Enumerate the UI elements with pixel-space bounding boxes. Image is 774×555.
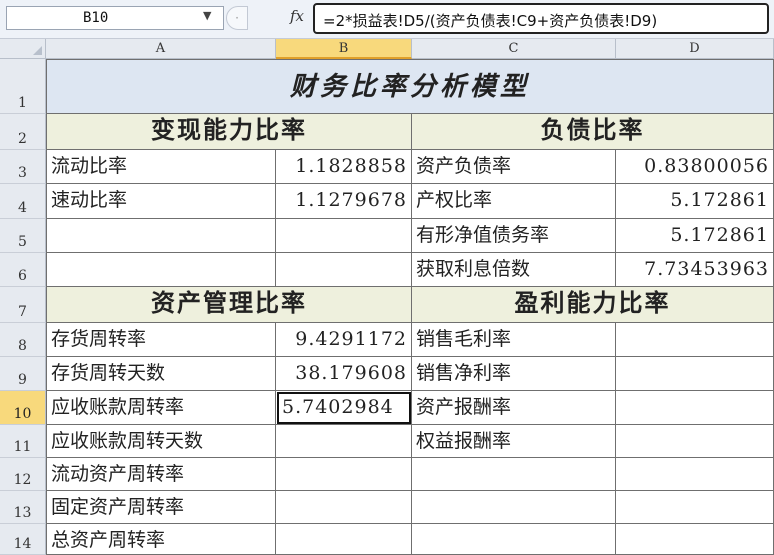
cell-c12[interactable] xyxy=(412,458,616,491)
cell-b10-active[interactable]: 5.7402984 xyxy=(276,391,412,425)
cell-c4[interactable]: 产权比率 xyxy=(412,184,616,219)
cell-a10[interactable]: 应收账款周转率 xyxy=(47,391,276,425)
cell-d10[interactable] xyxy=(616,391,774,425)
row-header-1[interactable]: 1 xyxy=(0,59,46,114)
row-header-7[interactable]: 7 xyxy=(0,287,46,323)
row-header-5[interactable]: 5 xyxy=(0,219,46,253)
cell-d5[interactable]: 5.172861 xyxy=(616,219,774,253)
cell-b5[interactable] xyxy=(276,219,412,253)
cell-d8[interactable] xyxy=(616,323,774,357)
cell-c11[interactable]: 权益报酬率 xyxy=(412,425,616,458)
cell-d11[interactable] xyxy=(616,425,774,458)
row-number: 3 xyxy=(18,165,27,181)
cell-d12[interactable] xyxy=(616,458,774,491)
row-number: 9 xyxy=(18,372,27,388)
name-box-value: B10 xyxy=(83,10,109,26)
column-header-a[interactable]: A xyxy=(46,39,276,59)
row-number: 10 xyxy=(13,406,32,422)
row-header-3[interactable]: 3 xyxy=(0,150,46,184)
cell-a6[interactable] xyxy=(47,253,276,287)
cell-b4[interactable]: 1.1279678 xyxy=(276,184,412,219)
formula-text: =2*损益表!D5/(资产负债表!C9+资产负债表!D9) xyxy=(323,12,658,30)
cell-a9[interactable]: 存货周转天数 xyxy=(47,357,276,391)
row-number: 11 xyxy=(13,439,32,455)
section-asset-management-header[interactable]: 资产管理比率 xyxy=(47,287,412,323)
cell-a8[interactable]: 存货周转率 xyxy=(47,323,276,357)
row-header-14[interactable]: 14 xyxy=(0,524,46,555)
row-number: 7 xyxy=(18,304,27,320)
cell-c6[interactable]: 获取利息倍数 xyxy=(412,253,616,287)
chevron-down-icon[interactable]: ▼ xyxy=(203,9,211,22)
row-header-6[interactable]: 6 xyxy=(0,253,46,287)
row-number: 6 xyxy=(18,268,27,284)
row-number: 5 xyxy=(18,234,27,250)
cell-b3[interactable]: 1.1828858 xyxy=(276,150,412,184)
cell-c13[interactable] xyxy=(412,491,616,524)
cell-a4[interactable]: 速动比率 xyxy=(47,184,276,219)
cell-b8[interactable]: 9.4291172 xyxy=(276,323,412,357)
name-box[interactable]: B10 ▼ xyxy=(6,6,224,30)
select-all-icon xyxy=(33,46,42,55)
row-header-13[interactable]: 13 xyxy=(0,491,46,524)
cell-a5[interactable] xyxy=(47,219,276,253)
column-header-c[interactable]: C xyxy=(412,39,616,59)
row-header-8[interactable]: 8 xyxy=(0,323,46,357)
sheet-title[interactable]: 财务比率分析模型 xyxy=(47,60,774,114)
cell-c8[interactable]: 销售毛利率 xyxy=(412,323,616,357)
cell-c10[interactable]: 资产报酬率 xyxy=(412,391,616,425)
cell-c9[interactable]: 销售净利率 xyxy=(412,357,616,391)
cell-d14[interactable] xyxy=(616,524,774,555)
select-all-corner[interactable] xyxy=(0,39,46,59)
cell-c14[interactable] xyxy=(412,524,616,555)
section-liquidity-header[interactable]: 变现能力比率 xyxy=(47,114,412,150)
cell-d3[interactable]: 0.83800056 xyxy=(616,150,774,184)
cell-b13[interactable] xyxy=(276,491,412,524)
section-debt-header[interactable]: 负债比率 xyxy=(412,114,774,150)
row-header-2[interactable]: 2 xyxy=(0,114,46,150)
cell-d6[interactable]: 7.73453963 xyxy=(616,253,774,287)
cell-c3[interactable]: 资产负债率 xyxy=(412,150,616,184)
insert-function-icon[interactable]: fx xyxy=(290,7,304,25)
row-number: 4 xyxy=(18,200,27,216)
cell-b14[interactable] xyxy=(276,524,412,555)
row-number: 14 xyxy=(13,536,32,552)
row-header-9[interactable]: 9 xyxy=(0,357,46,391)
row-number: 13 xyxy=(13,505,32,521)
section-profitability-header[interactable]: 盈利能力比率 xyxy=(412,287,774,323)
cell-d13[interactable] xyxy=(616,491,774,524)
column-header-b[interactable]: B xyxy=(276,39,412,59)
formula-bar: B10 ▼ · fx =2*损益表!D5/(资产负债表!C9+资产负债表!D9) xyxy=(0,0,774,39)
formula-bar-resize-handle[interactable]: · xyxy=(226,6,248,30)
cell-b11[interactable] xyxy=(276,425,412,458)
formula-input[interactable]: =2*损益表!D5/(资产负债表!C9+资产负债表!D9) xyxy=(313,3,769,34)
row-header-11[interactable]: 11 xyxy=(0,425,46,458)
row-number: 2 xyxy=(18,131,27,147)
column-header-d[interactable]: D xyxy=(616,39,774,59)
row-number: 12 xyxy=(13,472,32,488)
cell-a13[interactable]: 固定资产周转率 xyxy=(47,491,276,524)
row-header-12[interactable]: 12 xyxy=(0,458,46,491)
row-header-10[interactable]: 10 xyxy=(0,391,46,425)
cell-c5[interactable]: 有形净值债务率 xyxy=(412,219,616,253)
row-header-4[interactable]: 4 xyxy=(0,184,46,219)
cell-d9[interactable] xyxy=(616,357,774,391)
cell-a11[interactable]: 应收账款周转天数 xyxy=(47,425,276,458)
cell-b12[interactable] xyxy=(276,458,412,491)
cell-b9[interactable]: 38.179608 xyxy=(276,357,412,391)
row-number: 1 xyxy=(18,95,27,111)
cell-a12[interactable]: 流动资产周转率 xyxy=(47,458,276,491)
cell-d4[interactable]: 5.172861 xyxy=(616,184,774,219)
cell-b6[interactable] xyxy=(276,253,412,287)
row-number: 8 xyxy=(18,338,27,354)
cell-a3[interactable]: 流动比率 xyxy=(47,150,276,184)
cell-a14[interactable]: 总资产周转率 xyxy=(47,524,276,555)
